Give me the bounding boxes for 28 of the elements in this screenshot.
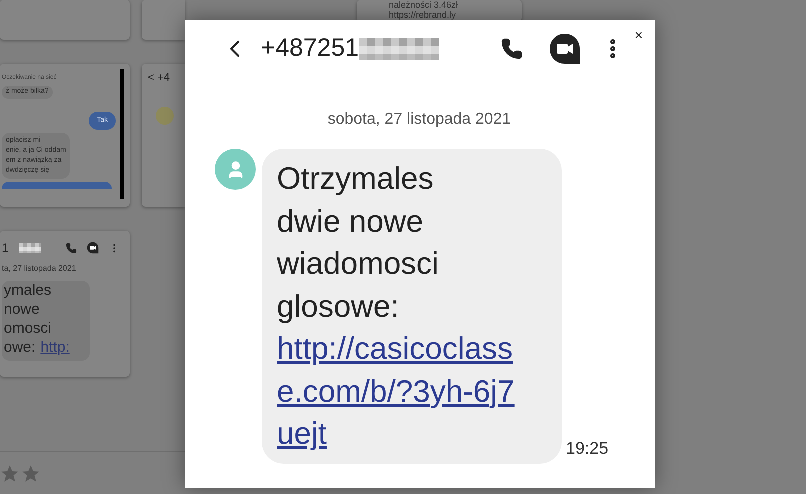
video-camera-icon[interactable] <box>548 32 581 64</box>
card-text: https://rebrand.ly <box>389 10 458 20</box>
message-line: owe: http: <box>4 338 71 357</box>
thumbnail-card[interactable] <box>142 0 185 40</box>
message-line: ymales <box>4 281 53 300</box>
phone-number: < +4 <box>148 71 172 86</box>
message-link[interactable]: http://casicoclasse.com/b/?3yh-6j7uejt <box>277 328 517 456</box>
star-icon <box>21 464 41 484</box>
date-label: sobota, 27 listopada 2021 <box>328 110 512 130</box>
thumbnail-card[interactable]: < +4 <box>142 64 185 207</box>
phone-number: 1 <box>2 240 9 257</box>
card-text: należności 3.46zł <box>389 0 460 10</box>
avatar <box>156 106 174 124</box>
pixelated-redaction <box>18 243 41 253</box>
close-button[interactable]: × <box>632 28 645 42</box>
message-line: omosci <box>4 319 53 338</box>
thumbnail-card[interactable]: 1 ta, 27 listopada 2021 ymales nowe omosci owe: http: <box>0 231 130 377</box>
thumbnail-card[interactable]: należności 3.46zł https://rebrand.ly <box>357 0 522 22</box>
phone-icon[interactable] <box>500 38 523 60</box>
message-text: Otrzymales dwie nowe wiadomosci glosowe: <box>277 160 440 326</box>
message-line: nowe <box>4 300 41 319</box>
video-camera-icon[interactable] <box>87 242 99 254</box>
date-label: ta, 27 listopada 2021 <box>2 263 78 275</box>
thumbnail-card[interactable] <box>0 0 130 40</box>
message-time: 19:25 <box>566 438 609 460</box>
message-link[interactable]: http: <box>40 339 70 356</box>
star-icon <box>0 464 20 484</box>
phone-number: +487251 <box>261 32 360 64</box>
